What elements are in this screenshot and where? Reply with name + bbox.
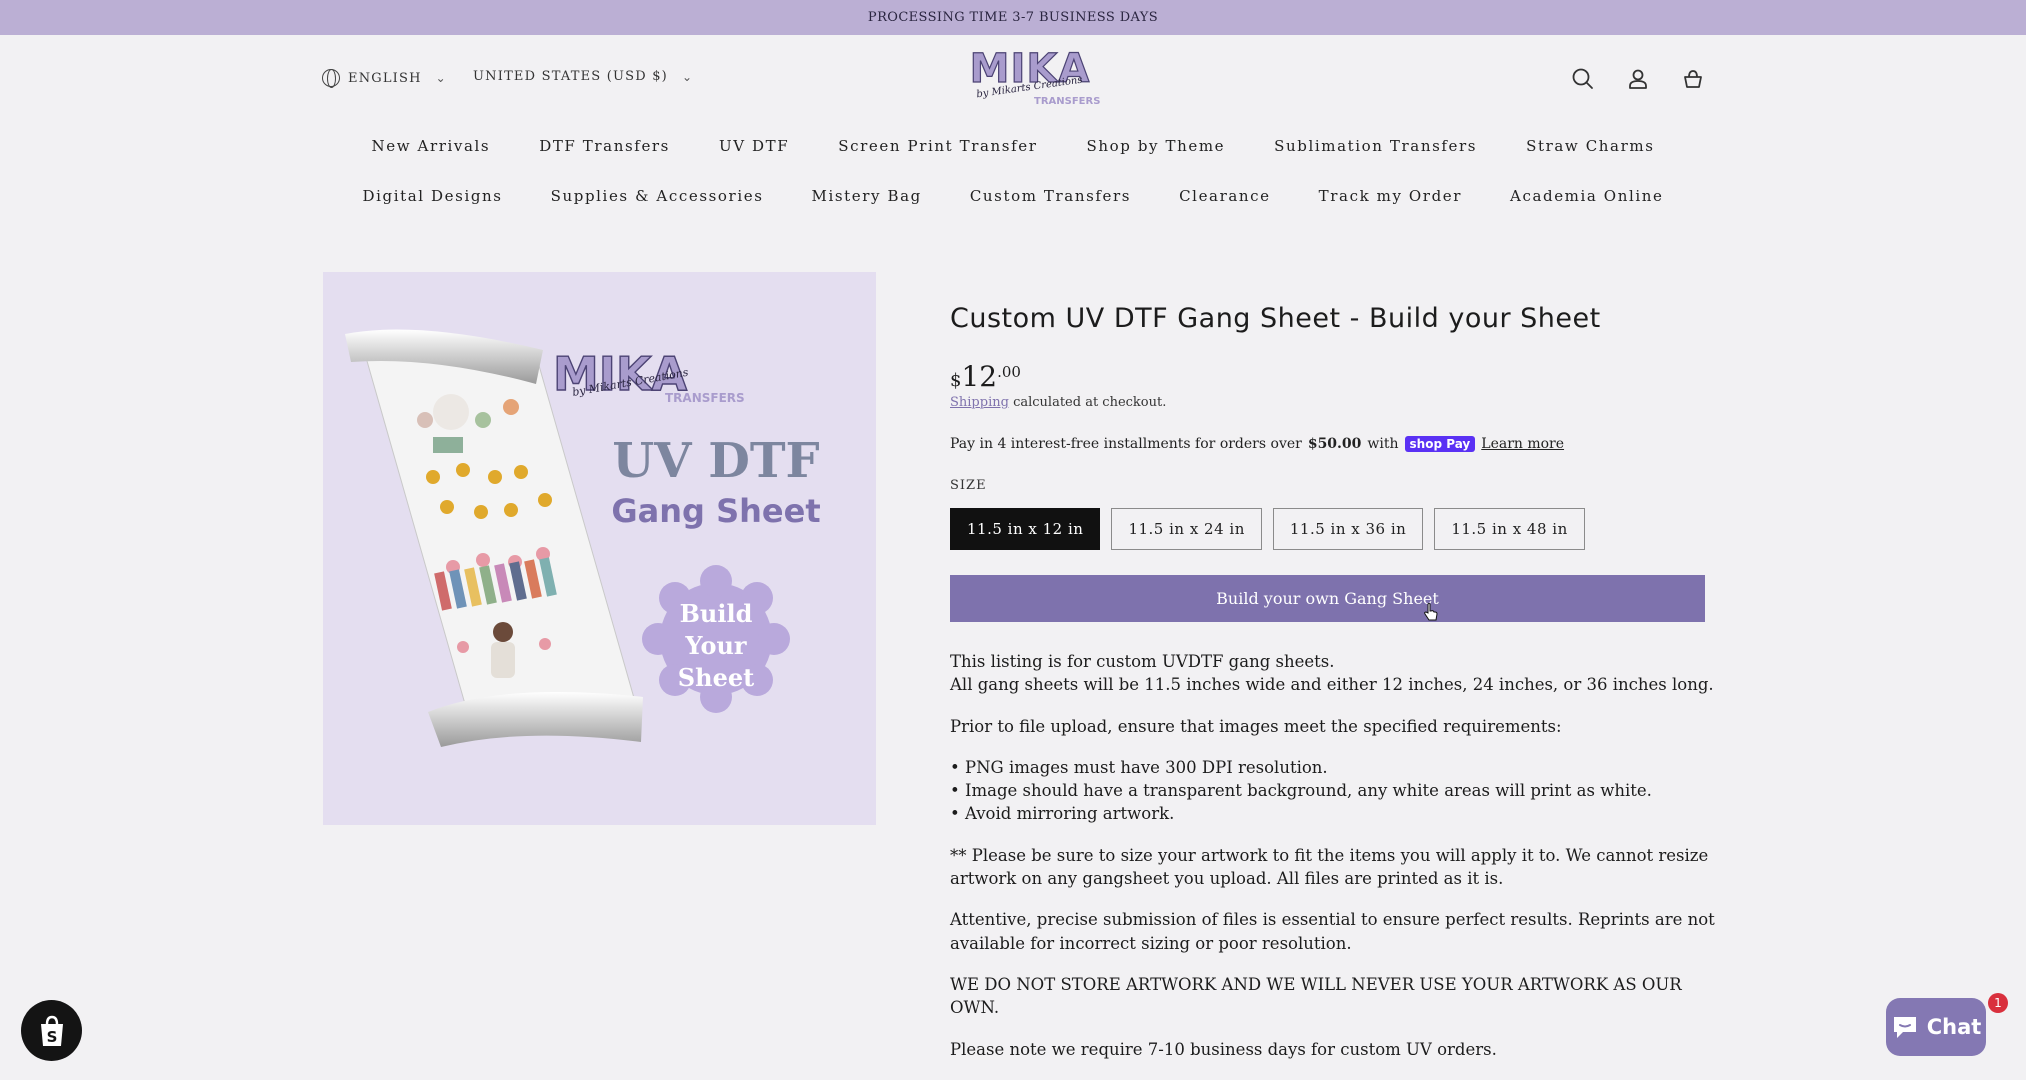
shipping-note: Shipping calculated at checkout. (950, 395, 1710, 410)
nav-academia-online[interactable]: Academia Online (1510, 187, 1663, 205)
nav-mistery-bag[interactable]: Mistery Bag (812, 187, 922, 205)
chevron-down-icon: ⌄ (435, 71, 447, 85)
requirement-item: • PNG images must have 300 DPI resolutio… (950, 757, 1328, 777)
build-your-sheet-badge: Build Your Sheet (642, 565, 790, 713)
nav-digital-designs[interactable]: Digital Designs (362, 187, 502, 205)
product-price: $12.00 (950, 360, 1710, 393)
main-nav-row-2: Digital Designs Supplies & Accessories M… (0, 187, 2026, 205)
chat-unread-badge: 1 (1988, 993, 2008, 1013)
price-whole: 12 (961, 360, 998, 393)
announcement-text: PROCESSING TIME 3-7 BUSINESS DAYS (867, 10, 1159, 25)
product-illustration: MIKA by Mikarts Creations TRANSFERS UV D… (345, 329, 821, 747)
description-requirements-heading: Prior to file upload, ensure that images… (950, 716, 1562, 736)
image-logo-sub: TRANSFERS (665, 391, 745, 405)
nav-custom-transfers[interactable]: Custom Transfers (970, 187, 1131, 205)
installments-note: Pay in 4 interest-free installments for … (950, 436, 1710, 452)
description-requirements-list: • PNG images must have 300 DPI resolutio… (950, 756, 1720, 826)
cart-icon[interactable] (1680, 66, 1706, 92)
price-cents: .00 (997, 363, 1021, 381)
country-selector[interactable]: UNITED STATES (USD $) ⌄ (473, 69, 693, 84)
description-lead-time: Please note we require 7-10 business day… (950, 1039, 1497, 1059)
country-label: UNITED STATES (USD $) (473, 69, 668, 84)
size-options: 11.5 in x 12 in 11.5 in x 24 in 11.5 in … (950, 508, 1710, 550)
nav-new-arrivals[interactable]: New Arrivals (372, 137, 491, 155)
badge-line-your: Your (684, 631, 747, 660)
description-artwork-note: WE DO NOT STORE ARTWORK AND WE WILL NEVE… (950, 974, 1682, 1018)
globe-icon (322, 69, 340, 88)
language-selector[interactable]: ENGLISH ⌄ (322, 69, 447, 88)
main-nav-row-1: New Arrivals DTF Transfers UV DTF Screen… (0, 137, 2026, 155)
build-gang-sheet-button[interactable]: Build your own Gang Sheet (950, 575, 1705, 622)
size-label: SIZE (950, 478, 987, 493)
product-title: Custom UV DTF Gang Sheet - Build your Sh… (950, 303, 1601, 334)
description-intro: This listing is for custom UVDTF gang sh… (950, 650, 1720, 697)
description-sizing-note: ** Please be sure to size your artwork t… (950, 845, 1709, 889)
nav-sublimation-transfers[interactable]: Sublimation Transfers (1274, 137, 1477, 155)
nav-uv-dtf[interactable]: UV DTF (719, 137, 789, 155)
chat-button[interactable]: Chat (1886, 998, 1986, 1056)
chat-bubble-icon (1893, 1017, 1916, 1038)
size-option-36in[interactable]: 11.5 in x 36 in (1272, 508, 1424, 550)
nav-straw-charms[interactable]: Straw Charms (1526, 137, 1654, 155)
badge-line-sheet: Sheet (678, 663, 754, 692)
mouse-cursor-icon (1424, 603, 1438, 621)
nav-supplies-accessories[interactable]: Supplies & Accessories (551, 187, 764, 205)
learn-more-link[interactable]: Learn more (1481, 436, 1564, 452)
size-option-48in[interactable]: 11.5 in x 48 in (1434, 508, 1585, 550)
shipping-link[interactable]: Shipping (950, 395, 1009, 410)
installments-with: with (1367, 436, 1399, 452)
nav-shop-by-theme[interactable]: Shop by Theme (1087, 137, 1226, 155)
size-option-24in[interactable]: 11.5 in x 24 in (1111, 508, 1262, 550)
shop-pay-logo: shop Pay (1404, 436, 1476, 452)
product-image[interactable]: MIKA by Mikarts Creations TRANSFERS UV D… (323, 272, 876, 825)
image-title-uv-dtf: UV DTF (612, 433, 819, 489)
shop-app-button[interactable]: S (21, 1000, 82, 1061)
chat-label: Chat (1926, 1015, 1982, 1039)
installments-amount: $50.00 (1307, 436, 1362, 452)
price-currency: $ (950, 370, 962, 391)
badge-line-build: Build (680, 599, 753, 628)
search-icon[interactable] (1570, 66, 1596, 92)
nav-track-my-order[interactable]: Track my Order (1319, 187, 1462, 205)
description-intro-line1: This listing is for custom UVDTF gang sh… (950, 652, 1335, 671)
nav-clearance[interactable]: Clearance (1179, 187, 1271, 205)
language-label: ENGLISH (348, 70, 422, 86)
shipping-text: calculated at checkout. (1008, 395, 1167, 410)
shopping-bag-icon: S (40, 1015, 63, 1046)
chevron-down-icon: ⌄ (681, 69, 694, 84)
requirement-item: • Image should have a transparent backgr… (950, 781, 1652, 801)
size-option-12in[interactable]: 11.5 in x 12 in (950, 508, 1101, 550)
image-title-gang-sheet: Gang Sheet (611, 492, 820, 530)
logo-sub: TRANSFERS (1034, 96, 1101, 107)
requirement-item: • Avoid mirroring artwork. (950, 804, 1175, 824)
installments-text: Pay in 4 interest-free installments for … (950, 436, 1302, 452)
nav-dtf-transfers[interactable]: DTF Transfers (539, 137, 670, 155)
account-icon[interactable] (1625, 66, 1651, 92)
svg-text:S: S (46, 1028, 57, 1046)
nav-screen-print-transfer[interactable]: Screen Print Transfer (838, 137, 1037, 155)
announcement-bar: PROCESSING TIME 3-7 BUSINESS DAYS (0, 0, 2026, 35)
store-logo[interactable]: MIKA by Mikarts Creations TRANSFERS (960, 47, 1101, 114)
product-description: This listing is for custom UVDTF gang sh… (950, 650, 1720, 1079)
description-submission-note: Attentive, precise submission of files i… (950, 910, 1715, 953)
description-intro-line2: All gang sheets will be 11.5 inches wide… (950, 675, 1714, 695)
